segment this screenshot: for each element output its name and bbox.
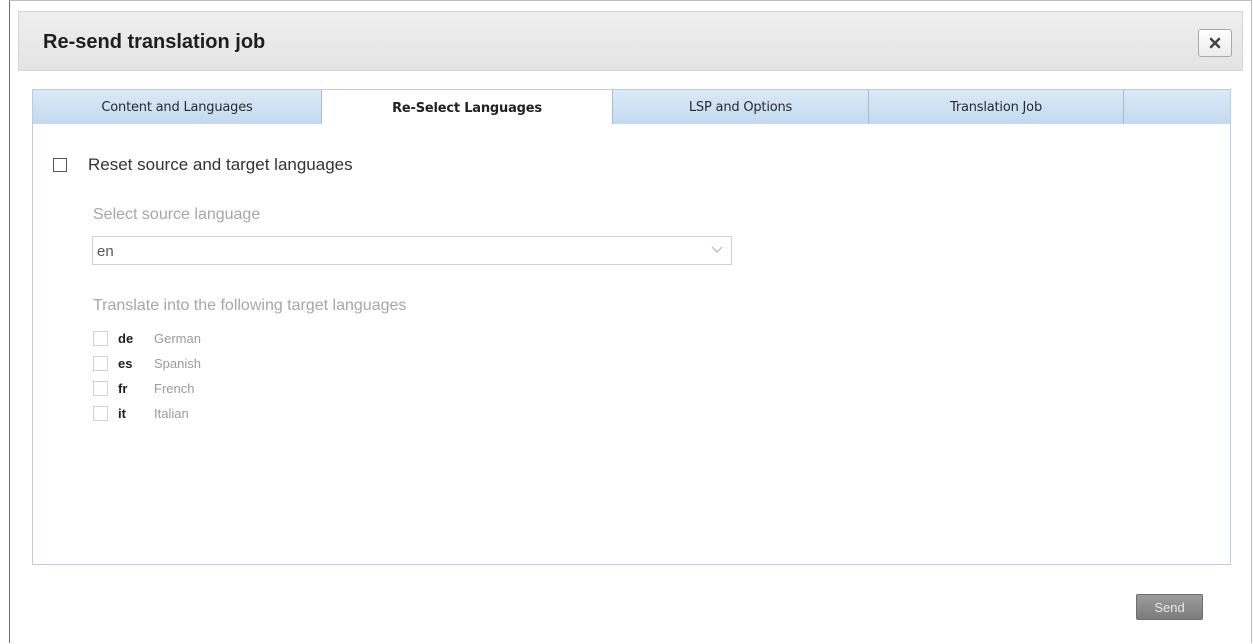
re-select-languages-panel: Reset source and target languages Select… (32, 124, 1231, 565)
tab-translation-job[interactable]: Translation Job (869, 90, 1124, 124)
target-languages-list: de German es Spanish fr French it Italia… (93, 326, 201, 426)
target-languages-label: Translate into the following target lang… (93, 297, 407, 314)
language-name: German (154, 331, 201, 346)
target-language-row-it: it Italian (93, 401, 201, 426)
chevron-down-icon (711, 246, 723, 253)
target-language-checkbox-es[interactable] (93, 356, 108, 371)
tab-re-select-languages[interactable]: Re-Select Languages (322, 90, 613, 127)
language-code: de (118, 331, 134, 346)
reset-languages-checkbox[interactable] (53, 158, 67, 172)
close-x-icon (1209, 37, 1221, 49)
tab-bar: Content and Languages Re-Select Language… (32, 89, 1231, 127)
tab-bar-filler (1124, 90, 1230, 124)
target-language-checkbox-it[interactable] (93, 406, 108, 421)
dialog-header: Re-send translation job (18, 11, 1243, 71)
close-button[interactable] (1198, 29, 1232, 57)
tab-lsp-and-options[interactable]: LSP and Options (613, 90, 869, 124)
target-language-row-de: de German (93, 326, 201, 351)
send-button[interactable]: Send (1136, 594, 1203, 620)
resend-translation-dialog: Re-send translation job Content and Lang… (9, 0, 1252, 643)
target-language-checkbox-fr[interactable] (93, 381, 108, 396)
language-code: es (118, 356, 133, 371)
target-language-row-fr: fr French (93, 376, 201, 401)
reset-languages-label[interactable]: Reset source and target languages (88, 155, 353, 175)
target-language-checkbox-de[interactable] (93, 331, 108, 346)
source-language-value: en (97, 243, 114, 260)
language-code: it (118, 406, 126, 421)
language-name: Italian (154, 406, 189, 421)
target-language-row-es: es Spanish (93, 351, 201, 376)
language-name: French (154, 381, 195, 396)
reset-languages-option: Reset source and target languages (53, 155, 353, 175)
language-name: Spanish (154, 356, 201, 371)
dialog-title: Re-send translation job (43, 31, 266, 53)
language-code: fr (118, 381, 128, 396)
source-language-select[interactable]: en (92, 236, 732, 265)
tab-content-and-languages[interactable]: Content and Languages (33, 90, 322, 124)
source-language-label: Select source language (93, 206, 261, 223)
